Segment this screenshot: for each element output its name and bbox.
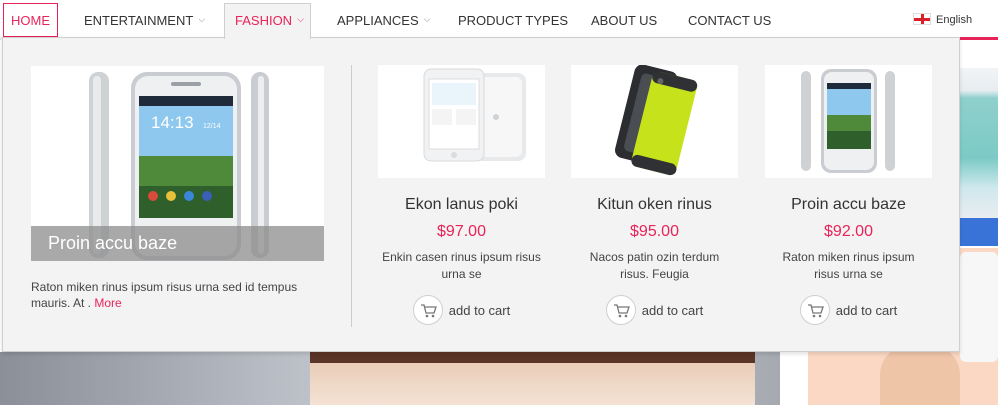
shopping-cart-icon — [412, 295, 443, 325]
product-description: Raton miken rinus ipsum risus urna se — [782, 250, 915, 281]
side-banner-phone-image[interactable] — [960, 68, 998, 218]
product-name[interactable]: Kitun oken rinus — [571, 195, 738, 215]
nav-item-label: PRODUCT TYPES — [458, 13, 569, 28]
nav-item-fashion[interactable]: FASHION ⌵ — [224, 3, 311, 39]
phone-clock-date: 12/14 — [203, 123, 221, 130]
chevron-down-icon: ⌵ — [297, 14, 304, 24]
hero-banner-hands — [310, 363, 755, 405]
more-link[interactable]: More — [94, 296, 121, 310]
nav-item-entertainment[interactable]: ENTERTAINMENT ⌵ — [84, 3, 205, 38]
add-to-cart-label: add to cart — [641, 302, 704, 318]
side-banner-white-phone — [960, 252, 998, 362]
product-description: Enkin casen rinus ipsum risus urna se — [382, 250, 541, 281]
featured-product-description: Raton miken rinus ipsum risus urna sed i… — [31, 279, 331, 311]
phone-clock-time: 14:13 — [151, 113, 194, 132]
product-name[interactable]: Proin accu baze — [765, 195, 932, 215]
nav-item-label: CONTACT US — [688, 13, 772, 28]
product-card: Ekon lanus poki $97.00 Enkin casen rinus… — [378, 65, 545, 327]
add-to-cart-label: add to cart — [835, 302, 898, 318]
product-price: $97.00 — [437, 223, 486, 240]
add-to-cart-button[interactable]: add to cart — [571, 295, 738, 327]
product-description: Nacos patin ozin terdum risus. Feugia — [589, 250, 720, 281]
fashion-mega-menu: 14:13 12/14 Proin accu baze Raton miken … — [2, 37, 960, 352]
lime-phone-case-image[interactable] — [571, 65, 738, 178]
nav-accent-bar — [960, 37, 998, 40]
product-card: Kitun oken rinus $95.00 Nacos patin ozin… — [571, 65, 738, 327]
featured-description-text: Raton miken rinus ipsum risus urna sed i… — [31, 280, 298, 310]
product-name[interactable]: Ekon lanus poki — [378, 195, 545, 215]
nav-item-product-types[interactable]: PRODUCT TYPES — [458, 3, 568, 38]
product-price: $92.00 — [824, 223, 873, 240]
featured-product-image[interactable]: 14:13 12/14 Proin accu baze — [31, 66, 324, 261]
product-card: Proin accu baze $92.00 Raton miken rinus… — [765, 65, 932, 327]
language-label: English — [936, 14, 973, 26]
shopping-cart-icon — [605, 295, 636, 325]
language-selector[interactable]: English — [913, 12, 972, 28]
england-flag-icon — [913, 13, 931, 26]
menu-divider — [351, 65, 352, 327]
add-to-cart-button[interactable]: add to cart — [378, 295, 545, 327]
nav-item-label: APPLIANCES — [337, 13, 419, 28]
featured-product-title[interactable]: Proin accu baze — [31, 226, 324, 261]
nav-item-label: HOME — [11, 13, 50, 28]
main-navigation: HOME ENTERTAINMENT ⌵ FASHION ⌵ APPLIANCES ⌵… — [0, 0, 998, 40]
silver-smartphone-image[interactable] — [765, 65, 932, 178]
shopping-cart-icon — [799, 295, 830, 325]
nav-item-appliances[interactable]: APPLIANCES ⌵ — [337, 3, 430, 38]
nav-item-label: FASHION — [235, 13, 293, 28]
chevron-down-icon: ⌵ — [198, 14, 206, 24]
nav-item-label: ENTERTAINMENT — [84, 13, 194, 28]
nav-item-label: ABOUT US — [591, 13, 658, 28]
hero-banner-dark-strip — [310, 352, 755, 363]
side-banner-hand — [880, 345, 960, 405]
nav-item-about-us[interactable]: ABOUT US — [591, 3, 657, 38]
phone-case-illustration — [615, 65, 698, 176]
white-tablet-image[interactable] — [378, 65, 545, 178]
nav-item-contact-us[interactable]: CONTACT US — [688, 3, 771, 38]
tablet-illustration — [423, 68, 526, 162]
chevron-down-icon: ⌵ — [423, 14, 431, 24]
add-to-cart-button[interactable]: add to cart — [765, 295, 932, 327]
nav-item-home[interactable]: HOME — [3, 3, 58, 37]
side-banner-blue-strip — [960, 218, 998, 246]
smartphone-illustration — [801, 69, 895, 173]
add-to-cart-label: add to cart — [448, 302, 511, 318]
product-price: $95.00 — [630, 223, 679, 240]
